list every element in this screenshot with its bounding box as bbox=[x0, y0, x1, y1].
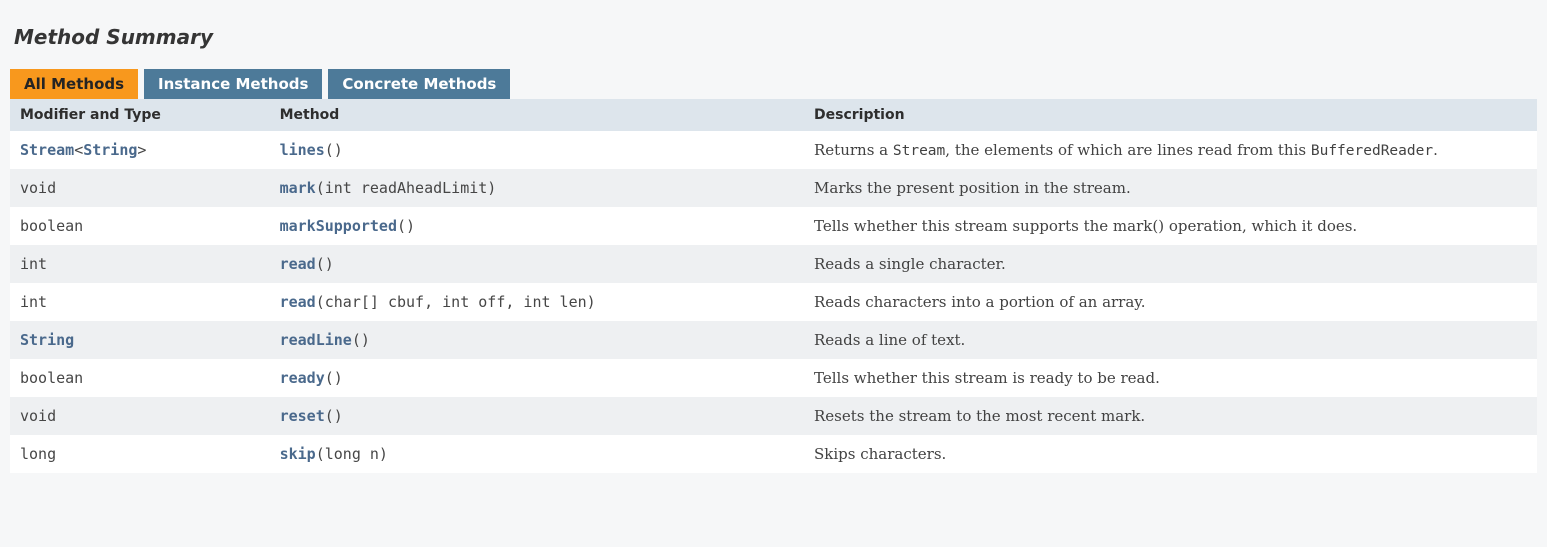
method-link[interactable]: markSupported bbox=[280, 217, 397, 235]
method-link[interactable]: skip bbox=[280, 445, 316, 463]
cell-type: String bbox=[10, 321, 270, 359]
desc-text: Resets the stream to the most recent mar… bbox=[814, 407, 1145, 425]
type-link[interactable]: Stream bbox=[20, 141, 74, 159]
cell-type: int bbox=[10, 245, 270, 283]
method-params: () bbox=[316, 255, 334, 273]
desc-text: Tells whether this stream supports the m… bbox=[814, 217, 1357, 235]
method-link[interactable]: lines bbox=[280, 141, 325, 159]
cell-description: Reads a line of text. bbox=[804, 321, 1537, 359]
table-row: Stream<String>lines()Returns a Stream, t… bbox=[10, 131, 1537, 169]
cell-method: mark(int readAheadLimit) bbox=[270, 169, 804, 207]
table-row: String readLine() Reads a line of text. bbox=[10, 321, 1537, 359]
type-text: void bbox=[20, 179, 56, 197]
cell-type: int bbox=[10, 283, 270, 321]
cell-description: Skips characters. bbox=[804, 435, 1537, 473]
method-tabs: All MethodsInstance MethodsConcrete Meth… bbox=[10, 69, 1537, 99]
cell-method: skip(long n) bbox=[270, 435, 804, 473]
desc-text: Returns a bbox=[814, 141, 893, 159]
code-text: BufferedReader bbox=[1311, 143, 1433, 159]
method-params: (long n) bbox=[316, 445, 388, 463]
type-text: < bbox=[74, 141, 83, 159]
type-text: boolean bbox=[20, 217, 83, 235]
cell-method: lines() bbox=[270, 131, 804, 169]
tab-instance-methods[interactable]: Instance Methods bbox=[144, 69, 322, 99]
type-text: long bbox=[20, 445, 56, 463]
table-header-row: Modifier and Type Method Description bbox=[10, 99, 1537, 131]
cell-description: Tells whether this stream supports the m… bbox=[804, 207, 1537, 245]
method-link[interactable]: readLine bbox=[280, 331, 352, 349]
type-text: boolean bbox=[20, 369, 83, 387]
desc-text: Reads characters into a portion of an ar… bbox=[814, 293, 1146, 311]
method-params: () bbox=[397, 217, 415, 235]
section-heading: Method Summary bbox=[14, 25, 1537, 49]
cell-method: markSupported() bbox=[270, 207, 804, 245]
desc-text: Marks the present position in the stream… bbox=[814, 179, 1131, 197]
cell-description: Reads a single character. bbox=[804, 245, 1537, 283]
method-link[interactable]: ready bbox=[280, 369, 325, 387]
cell-description: Tells whether this stream is ready to be… bbox=[804, 359, 1537, 397]
cell-type: Stream<String> bbox=[10, 131, 270, 169]
cell-method: reset() bbox=[270, 397, 804, 435]
table-row: boolean markSupported() Tells whether this… bbox=[10, 207, 1537, 245]
cell-description: Returns a Stream, the elements of which … bbox=[804, 131, 1537, 169]
table-row: void reset() Resets the stream to the most… bbox=[10, 397, 1537, 435]
cell-method: read(char[] cbuf, int off, int len) bbox=[270, 283, 804, 321]
method-link[interactable]: mark bbox=[280, 179, 316, 197]
cell-description: Resets the stream to the most recent mar… bbox=[804, 397, 1537, 435]
cell-type: void bbox=[10, 169, 270, 207]
method-params: (int readAheadLimit) bbox=[316, 179, 497, 197]
table-row: int read(char[] cbuf, int off, int len) Re… bbox=[10, 283, 1537, 321]
desc-text: . bbox=[1433, 141, 1438, 159]
col-header-description: Description bbox=[804, 99, 1537, 131]
table-row: void mark(int readAheadLimit) Marks the pr… bbox=[10, 169, 1537, 207]
cell-method: read() bbox=[270, 245, 804, 283]
method-params: () bbox=[325, 407, 343, 425]
cell-type: long bbox=[10, 435, 270, 473]
type-text: int bbox=[20, 293, 47, 311]
cell-description: Reads characters into a portion of an ar… bbox=[804, 283, 1537, 321]
desc-text: Reads a single character. bbox=[814, 255, 1006, 273]
col-header-method: Method bbox=[270, 99, 804, 131]
method-params: () bbox=[352, 331, 370, 349]
method-link[interactable]: read bbox=[280, 255, 316, 273]
type-link[interactable]: String bbox=[20, 331, 74, 349]
desc-text: Tells whether this stream is ready to be… bbox=[814, 369, 1160, 387]
desc-text: Reads a line of text. bbox=[814, 331, 965, 349]
col-header-type: Modifier and Type bbox=[10, 99, 270, 131]
method-params: (char[] cbuf, int off, int len) bbox=[316, 293, 596, 311]
type-link[interactable]: String bbox=[83, 141, 137, 159]
cell-type: boolean bbox=[10, 359, 270, 397]
method-params: () bbox=[325, 141, 343, 159]
type-text: int bbox=[20, 255, 47, 273]
cell-type: boolean bbox=[10, 207, 270, 245]
code-text: Stream bbox=[893, 143, 945, 159]
table-row: long skip(long n) Skips characters. bbox=[10, 435, 1537, 473]
type-text: void bbox=[20, 407, 56, 425]
method-link[interactable]: reset bbox=[280, 407, 325, 425]
cell-method: ready() bbox=[270, 359, 804, 397]
tab-all-methods[interactable]: All Methods bbox=[10, 69, 138, 99]
desc-text: , the elements of which are lines read f… bbox=[945, 141, 1311, 159]
type-text: > bbox=[137, 141, 146, 159]
method-link[interactable]: read bbox=[280, 293, 316, 311]
desc-text: Skips characters. bbox=[814, 445, 946, 463]
cell-method: readLine() bbox=[270, 321, 804, 359]
method-summary-table: Modifier and Type Method Description Str… bbox=[10, 99, 1537, 473]
cell-description: Marks the present position in the stream… bbox=[804, 169, 1537, 207]
table-row: int read() Reads a single character. bbox=[10, 245, 1537, 283]
tab-concrete-methods[interactable]: Concrete Methods bbox=[328, 69, 510, 99]
table-row: boolean ready() Tells whether this stream … bbox=[10, 359, 1537, 397]
method-params: () bbox=[325, 369, 343, 387]
cell-type: void bbox=[10, 397, 270, 435]
